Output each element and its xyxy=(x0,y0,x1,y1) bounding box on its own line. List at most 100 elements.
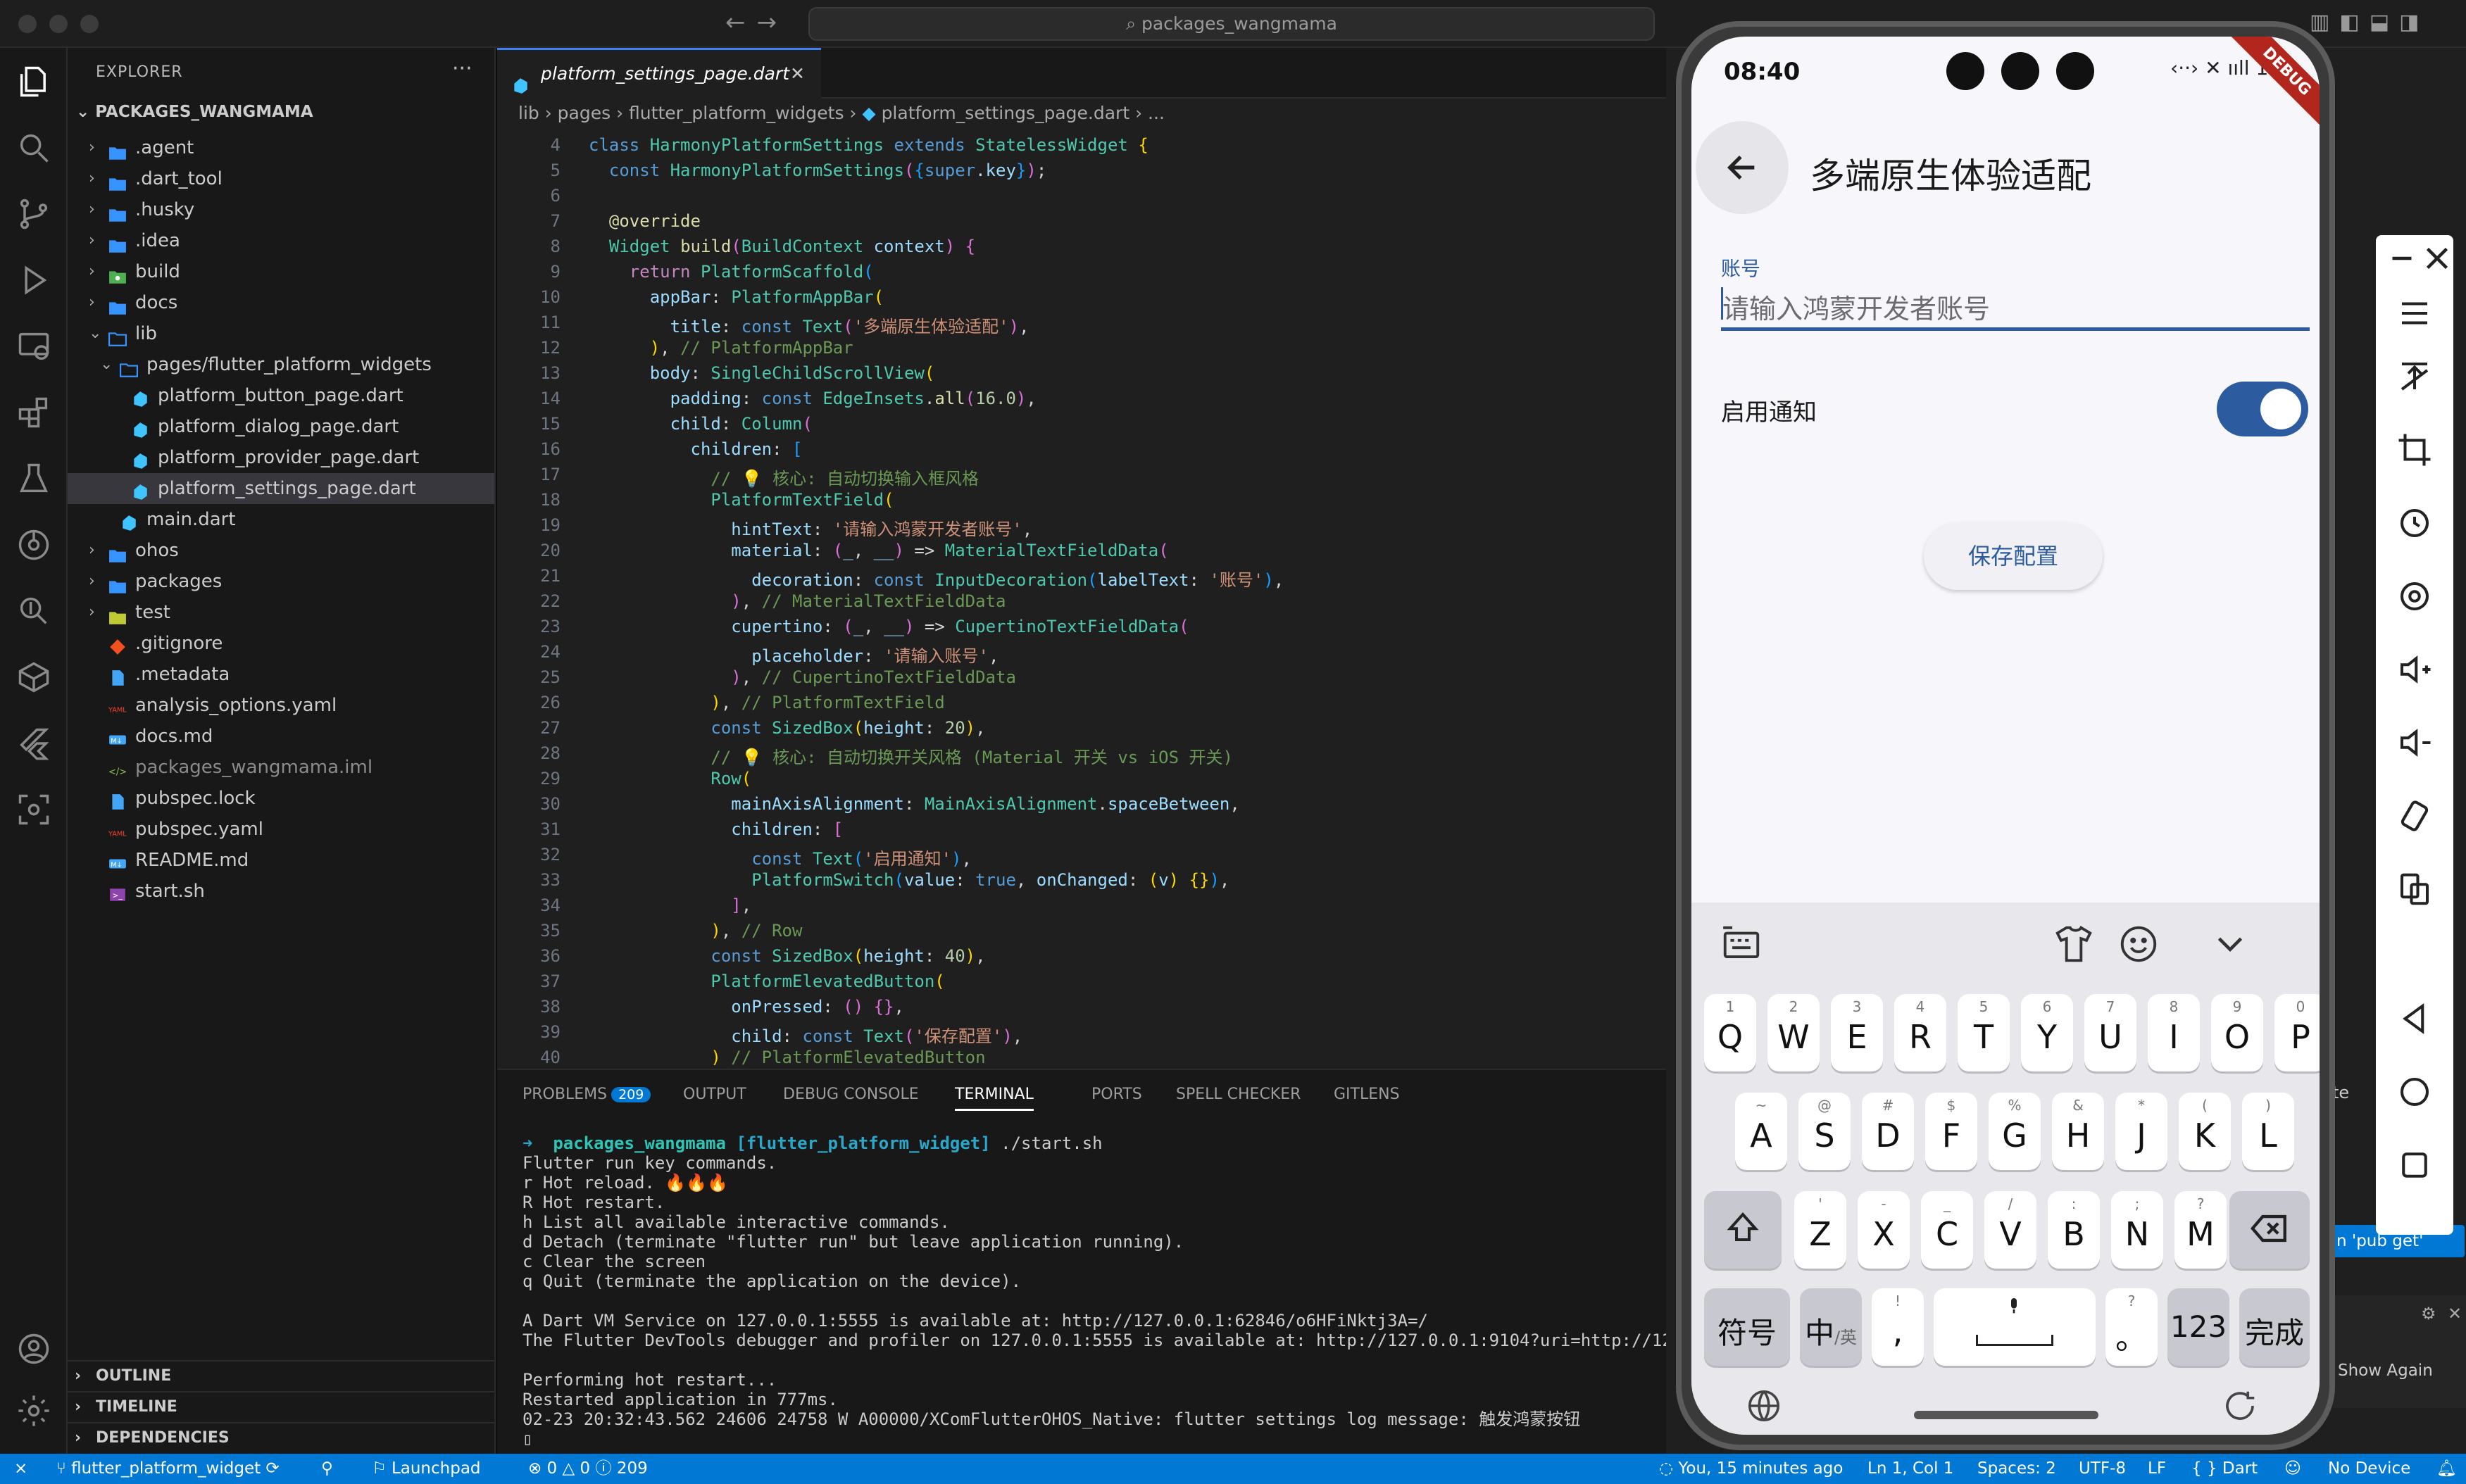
tree-item-docs-md[interactable]: M↓ docs.md xyxy=(68,721,494,752)
launchpad-status[interactable]: ⚐ Launchpad xyxy=(372,1454,481,1484)
flutter-icon[interactable] xyxy=(15,725,52,762)
nav-back-icon[interactable] xyxy=(2396,1000,2434,1038)
comma-key[interactable]: !, xyxy=(1872,1288,1924,1366)
tab-spell-checker[interactable]: SPELL CHECKER xyxy=(1176,1086,1301,1103)
cursor-position[interactable]: Ln 1, Col 1 xyxy=(1867,1454,1953,1484)
tree-item-metadata[interactable]: .metadata xyxy=(68,659,494,690)
key-q[interactable]: 1Q xyxy=(1704,994,1756,1071)
eol-status[interactable]: LF xyxy=(2148,1454,2166,1484)
symbols-key[interactable]: 符号 xyxy=(1704,1288,1790,1366)
key-m[interactable]: ? M xyxy=(2174,1191,2227,1269)
close-icon[interactable] xyxy=(2418,239,2448,270)
key-i[interactable]: 8I xyxy=(2148,994,2200,1071)
minimize-icon[interactable] xyxy=(2383,239,2412,268)
volume-down-icon[interactable] xyxy=(2396,724,2434,762)
key-n[interactable]: ; N xyxy=(2111,1191,2163,1269)
period-key[interactable]: ?。 xyxy=(2105,1288,2158,1366)
voice-input-icon[interactable] xyxy=(2221,1387,2259,1425)
remote-explorer-icon[interactable] xyxy=(15,328,52,365)
containers-icon[interactable] xyxy=(15,659,52,696)
key-b[interactable]: :B xyxy=(2048,1191,2100,1269)
key-a[interactable]: ~ A xyxy=(1735,1093,1787,1170)
space-key[interactable] xyxy=(1934,1288,2096,1366)
run-debug-icon[interactable] xyxy=(15,262,52,298)
key-d[interactable]: # D xyxy=(1862,1093,1914,1170)
breadcrumb-symbol[interactable]: ... xyxy=(1148,103,1165,123)
key-j[interactable]: * J xyxy=(2115,1093,2167,1170)
key-s[interactable]: @ S xyxy=(1798,1093,1851,1170)
key-l[interactable]: ) L xyxy=(2242,1093,2294,1170)
gitlens-icon[interactable] xyxy=(15,527,52,563)
secondary-sidebar-icon[interactable]: ◨ xyxy=(2399,10,2429,34)
tab-ports[interactable]: PORTS xyxy=(1091,1086,1142,1103)
encoding-status[interactable]: UTF-8 xyxy=(2079,1454,2126,1484)
gear-icon[interactable]: ⚙ xyxy=(2421,1304,2436,1323)
tree-item-pubspec-yaml[interactable]: YAML pubspec.yaml xyxy=(68,814,494,845)
extensions-icon[interactable] xyxy=(15,394,52,431)
layout-icon[interactable]: ▥ xyxy=(2310,10,2339,34)
language-status[interactable]: { } Dart xyxy=(2191,1454,2258,1484)
tree-item-docs[interactable]: › docs xyxy=(68,287,494,318)
key-r[interactable]: 4R xyxy=(1894,994,1946,1071)
notification-switch[interactable] xyxy=(2217,382,2308,436)
key-t[interactable]: 5T xyxy=(1958,994,2010,1071)
tab-output[interactable]: OUTPUT xyxy=(683,1086,746,1103)
skin-shirt-icon[interactable] xyxy=(2052,922,2096,966)
tree-item-readme[interactable]: M↓ README.md xyxy=(68,845,494,876)
close-window-button[interactable] xyxy=(18,15,37,33)
key-p[interactable]: 0P xyxy=(2274,994,2320,1071)
branch-status[interactable]: ⑂ flutter_platform_widget ⟳ xyxy=(56,1454,280,1484)
explorer-icon[interactable] xyxy=(15,63,52,100)
notifications-bell-icon[interactable]: 🔔︎ xyxy=(2436,1454,2457,1484)
remote-icon[interactable]: ⨯ xyxy=(14,1454,27,1484)
tab-debug-console[interactable]: DEBUG CONSOLE xyxy=(783,1086,919,1103)
panel-toggle-icon[interactable]: ⬓ xyxy=(2370,10,2399,34)
nav-recents-icon[interactable] xyxy=(2396,1146,2434,1184)
tree-item-gitignore[interactable]: .gitignore xyxy=(68,628,494,659)
tree-item-platform-provider-page[interactable]: platform_provider_page.dart xyxy=(68,442,494,473)
testing-icon[interactable] xyxy=(15,460,52,497)
nav-arrows[interactable]: ←→ xyxy=(725,8,788,37)
key-k[interactable]: (K xyxy=(2179,1093,2231,1170)
key-o[interactable]: 9O xyxy=(2211,994,2263,1071)
tree-item-build[interactable]: › build xyxy=(68,256,494,287)
close-tab-icon[interactable]: ✕ xyxy=(790,50,805,98)
key-u[interactable]: 7U xyxy=(2084,994,2136,1071)
tree-item-dart-tool[interactable]: › .dart_tool xyxy=(68,163,494,194)
rotate-icon[interactable] xyxy=(2396,504,2434,542)
key-z[interactable]: ' Z xyxy=(1794,1191,1846,1269)
flask-icon[interactable]: ⚲ xyxy=(321,1454,333,1484)
key-x[interactable]: -X xyxy=(1858,1191,1910,1269)
tree-item-pages[interactable]: ⌄ pages/flutter_platform_widgets xyxy=(68,349,494,380)
tree-item-platform-settings-page[interactable]: platform_settings_page.dart xyxy=(68,473,494,504)
keyboard-settings-icon[interactable] xyxy=(1720,922,1763,966)
copilot-icon[interactable]: ☺ xyxy=(2284,1454,2301,1484)
key-h[interactable]: & H xyxy=(2052,1093,2104,1170)
crop-icon[interactable] xyxy=(2396,431,2434,469)
gitlens-inspect-icon[interactable] xyxy=(15,593,52,629)
tree-item-agent[interactable]: › .agent xyxy=(68,132,494,163)
multi-device-icon[interactable] xyxy=(2396,870,2434,908)
dependencies-section[interactable]: › DEPENDENCIES xyxy=(68,1422,494,1452)
numbers-key[interactable]: 123 xyxy=(2167,1288,2229,1366)
source-control-icon[interactable] xyxy=(15,196,52,232)
timeline-section[interactable]: › TIMELINE xyxy=(68,1391,494,1421)
breadcrumb-file[interactable]: platform_settings_page.dart xyxy=(882,103,1130,123)
sidebar-toggle-icon[interactable]: ◧ xyxy=(2339,10,2369,34)
tab-platform-settings-page[interactable]: platform_settings_page.dart ✕ xyxy=(497,48,821,99)
code-view[interactable]: 4 5 6 7 8 9 10 11 12 13 14 15 16 17 18 19 20 21 22 23 24 25 26… xyxy=(497,132,1666,1069)
breadcrumb-widgets[interactable]: flutter_platform_widgets xyxy=(629,103,844,123)
globe-icon[interactable] xyxy=(1745,1387,1783,1425)
done-key[interactable]: 完成 xyxy=(2239,1288,2310,1366)
back-button[interactable] xyxy=(1696,121,1789,214)
tree-item-idea[interactable]: › .idea xyxy=(68,225,494,256)
backspace-key[interactable] xyxy=(2229,1191,2310,1269)
forward-arrow-icon[interactable]: → xyxy=(757,8,789,37)
problems-status[interactable]: ⊗ 0 △ 0 ⓘ 209 xyxy=(528,1454,648,1484)
tree-item-analysis-options[interactable]: YAML analysis_options.yaml xyxy=(68,690,494,721)
breadcrumb-lib[interactable]: lib xyxy=(518,103,539,123)
chevron-down-icon[interactable] xyxy=(2208,922,2252,966)
key-y[interactable]: 6Y xyxy=(2021,994,2073,1071)
tree-item-start-sh[interactable]: >_ start.sh xyxy=(68,876,494,907)
device-status[interactable]: No Device xyxy=(2328,1454,2410,1484)
